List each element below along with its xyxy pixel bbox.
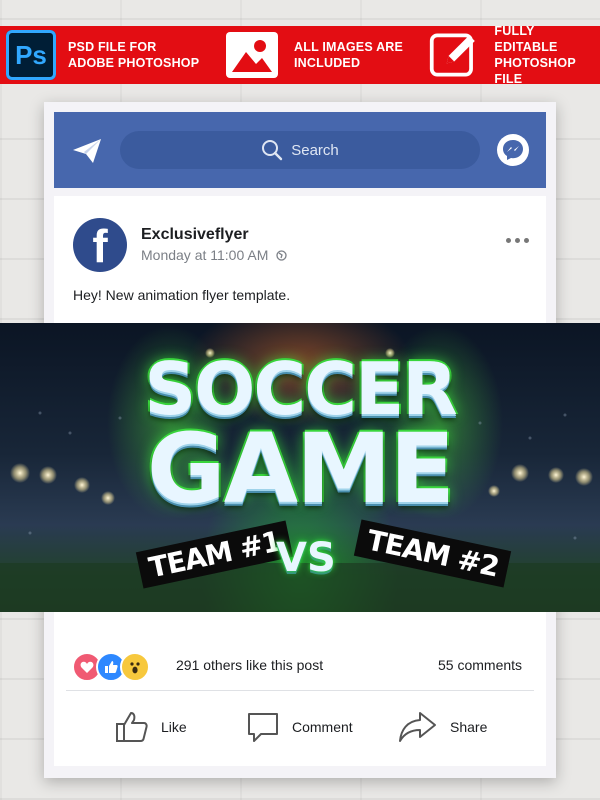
flyer-title-game: GAME <box>146 413 455 525</box>
avatar[interactable]: f <box>73 218 127 272</box>
post-caption: Hey! New animation flyer template. <box>73 287 291 303</box>
banner-editable-label: FULLY EDITABLE PHOTOSHOP FILE <box>494 24 576 86</box>
comment-button[interactable]: Comment <box>246 710 353 744</box>
comment-label: Comment <box>292 719 353 735</box>
post-author[interactable]: Exclusiveflyer <box>141 226 249 244</box>
divider <box>66 690 534 691</box>
wow-icon <box>120 652 150 682</box>
send-plane-icon[interactable] <box>72 138 102 164</box>
banner-psd-label: PSD FILE FOR ADOBE PHOTOSHOP <box>68 40 200 70</box>
post-image[interactable]: SOCCER GAME TEAM #1 VS TEAM #2 <box>0 323 600 612</box>
banner-item-psd: Ps PSD FILE FOR ADOBE PHOTOSHOP <box>6 26 199 84</box>
likes-count[interactable]: 291 others like this post <box>176 657 323 673</box>
share-button[interactable]: Share <box>398 710 487 744</box>
messenger-icon <box>503 140 523 160</box>
promo-banner: Ps PSD FILE FOR ADOBE PHOTOSHOP ALL IMAG… <box>0 24 600 86</box>
more-options-icon[interactable] <box>506 238 529 243</box>
search-input[interactable]: Search <box>120 131 480 169</box>
share-label: Share <box>450 719 488 735</box>
search-placeholder: Search <box>291 141 339 159</box>
post-timestamp[interactable]: Monday at 11:00 AM <box>141 247 288 263</box>
comments-count[interactable]: 55 comments <box>438 657 522 673</box>
edit-pencil-icon <box>429 33 475 77</box>
image-icon <box>226 32 278 78</box>
banner-images-label: ALL IMAGES ARE INCLUDED <box>294 40 404 70</box>
banner-item-editable: FULLY EDITABLE PHOTOSHOP FILE <box>428 24 600 86</box>
globe-icon <box>276 249 288 261</box>
vs-label: VS <box>276 535 336 581</box>
like-label: Like <box>161 719 187 735</box>
comment-icon <box>248 713 278 742</box>
reaction-icons[interactable] <box>72 652 150 682</box>
messenger-button[interactable] <box>497 134 529 166</box>
search-icon <box>262 140 283 161</box>
like-button[interactable]: Like <box>115 710 187 744</box>
share-arrow-icon <box>399 712 436 742</box>
banner-item-images: ALL IMAGES ARE INCLUDED <box>224 26 403 84</box>
post-time-label: Monday at 11:00 AM <box>141 247 269 263</box>
facebook-logo-icon: f <box>92 220 108 272</box>
thumbs-up-icon <box>116 712 148 742</box>
photoshop-logo-icon: Ps <box>6 30 56 80</box>
